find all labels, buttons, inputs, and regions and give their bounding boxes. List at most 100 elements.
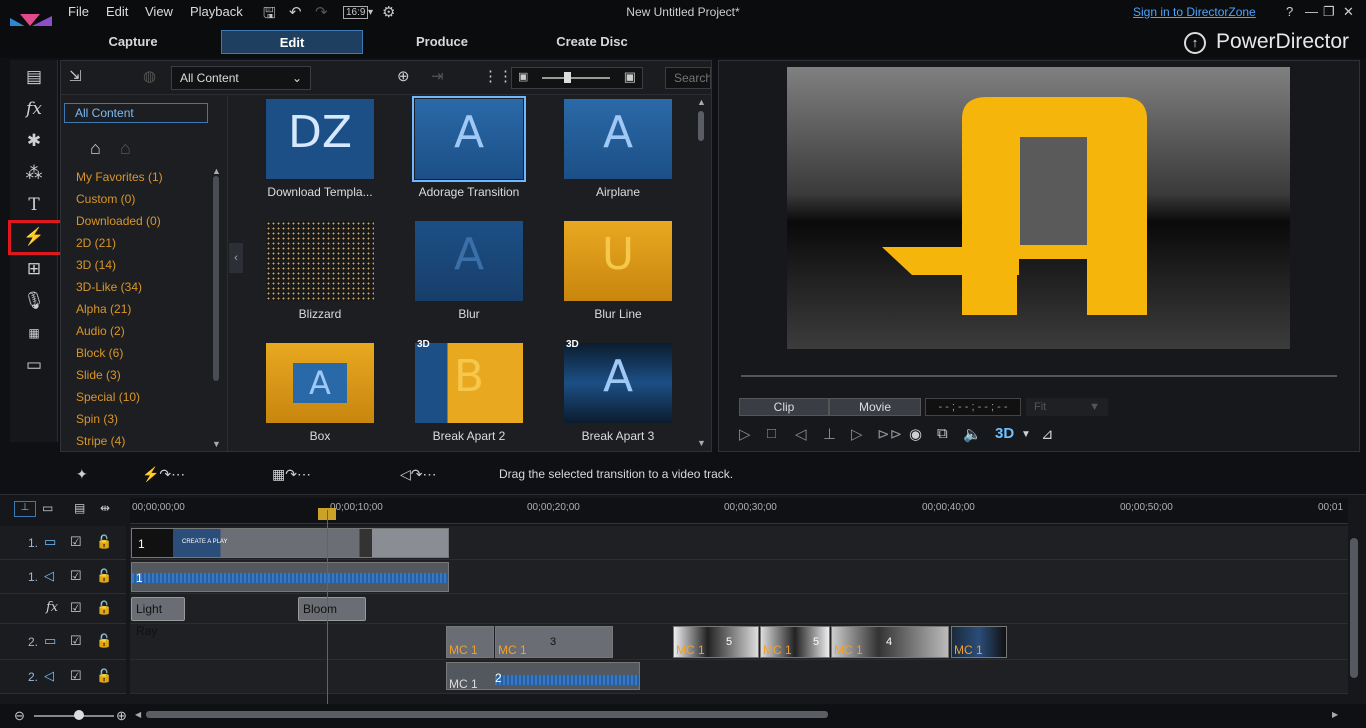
scroll-left-icon[interactable]: ◀: [135, 710, 141, 719]
track-manager-icon[interactable]: ▤: [74, 501, 85, 515]
remove-tag-icon[interactable]: ⌂: [120, 138, 131, 159]
fx-room-icon[interactable]: fx: [18, 96, 50, 122]
3d-mode-button[interactable]: 3D: [995, 425, 1014, 442]
video-clip[interactable]: MC 1 4: [831, 626, 949, 658]
clip-mode-button[interactable]: Clip: [739, 398, 829, 416]
scroll-down-icon[interactable]: ▼: [697, 438, 706, 448]
save-icon[interactable]: 🖫: [263, 3, 276, 28]
category-item[interactable]: Slide (3): [76, 368, 121, 382]
audio-mixing-icon[interactable]: ⊞: [18, 256, 50, 282]
menu-file[interactable]: File: [68, 4, 89, 19]
transition-thumbnail[interactable]: U: [564, 221, 672, 301]
minimize-icon[interactable]: —: [1305, 4, 1318, 19]
track-enable-checkbox[interactable]: ☑: [70, 668, 82, 684]
audio-track-2[interactable]: [130, 660, 1348, 694]
category-item[interactable]: Special (10): [76, 390, 140, 404]
snapshot-icon[interactable]: ◉: [909, 425, 922, 443]
particle-room-icon[interactable]: ⁂: [18, 160, 50, 186]
video-clip[interactable]: MC 1 5: [760, 626, 830, 658]
track-enable-checkbox[interactable]: ☑: [70, 568, 82, 584]
menu-edit[interactable]: Edit: [106, 4, 128, 19]
help-button[interactable]: ?: [1286, 4, 1293, 19]
timecode-display[interactable]: - - ; - - ; - - ; - -: [925, 398, 1021, 416]
playhead[interactable]: [327, 510, 328, 706]
redo-icon[interactable]: ↷: [315, 3, 328, 21]
transition-thumbnail[interactable]: A: [564, 99, 672, 179]
audio-clip[interactable]: MC 1 2: [446, 662, 640, 690]
fit-timeline-icon[interactable]: ⇹: [100, 501, 110, 515]
chevron-down-icon[interactable]: ▼: [1021, 429, 1031, 440]
fit-dropdown[interactable]: Fit ▼: [1026, 398, 1108, 416]
category-item[interactable]: My Favorites (1): [76, 170, 163, 184]
category-item[interactable]: 3D (14): [76, 258, 116, 272]
tab-edit[interactable]: Edit: [221, 30, 363, 54]
transition-thumbnail[interactable]: A 3D: [564, 339, 672, 423]
import-icon[interactable]: ⇲: [69, 67, 82, 85]
search-input[interactable]: [665, 67, 711, 89]
menu-playback[interactable]: Playback: [190, 4, 243, 19]
track-enable-checkbox[interactable]: ☑: [70, 600, 82, 616]
undo-icon[interactable]: ↶: [289, 3, 302, 21]
transition-thumbnail[interactable]: B 3D: [415, 339, 523, 423]
category-item[interactable]: Block (6): [76, 346, 123, 360]
chapter-room-icon[interactable]: ▦: [18, 320, 50, 346]
lock-icon[interactable]: 🔓: [96, 668, 112, 684]
effect-apply-icon[interactable]: ▦↷⋯: [272, 466, 311, 483]
collapse-panel-button[interactable]: ‹: [229, 243, 243, 273]
zoom-slider-thumb[interactable]: [74, 710, 84, 720]
add-tag-icon[interactable]: ⌂: [90, 138, 101, 159]
aspect-ratio-button[interactable]: 16:9: [343, 6, 369, 19]
thumbnail-size-slider[interactable]: ▣ ▣: [511, 67, 643, 89]
scroll-right-icon[interactable]: ▶: [1332, 710, 1338, 719]
category-item[interactable]: Audio (2): [76, 324, 125, 338]
timeline-view-icon[interactable]: ⊥: [14, 501, 36, 517]
gear-icon[interactable]: ⚙: [382, 3, 395, 21]
transition-apply-icon[interactable]: ⚡↷⋯: [142, 466, 185, 483]
track-enable-checkbox[interactable]: ☑: [70, 633, 82, 649]
timeline-horizontal-scrollbar[interactable]: [146, 711, 828, 718]
transition-thumbnail[interactable]: [266, 221, 374, 301]
undock-icon[interactable]: ⊿: [1041, 425, 1054, 443]
category-scrollbar[interactable]: [213, 176, 219, 381]
transition-thumbnail[interactable]: A: [412, 96, 526, 182]
category-all-content[interactable]: All Content: [64, 103, 208, 123]
add-to-timeline-icon[interactable]: ⊕: [397, 67, 410, 85]
voiceover-icon[interactable]: 🎙: [18, 288, 50, 314]
category-item[interactable]: Custom (0): [76, 192, 135, 206]
lock-icon[interactable]: 🔓: [96, 534, 112, 550]
transition-thumbnail[interactable]: A: [415, 221, 523, 301]
zoom-in-icon[interactable]: ⊕: [116, 708, 127, 724]
globe-icon[interactable]: ◍: [143, 67, 156, 85]
fx-clip-light-ray[interactable]: Light Ray: [131, 597, 185, 638]
video-clip[interactable]: MC 1 3: [495, 626, 613, 658]
chevron-down-icon[interactable]: ▾: [368, 7, 373, 18]
subtitle-room-icon[interactable]: ▭: [18, 352, 50, 378]
restore-icon[interactable]: ❐: [1323, 4, 1335, 20]
transition-thumbnail[interactable]: DZ: [266, 99, 374, 179]
scroll-up-icon[interactable]: ▲: [697, 97, 706, 107]
fast-forward-icon[interactable]: ⊳⊳: [877, 425, 902, 443]
lock-icon[interactable]: 🔓: [96, 600, 112, 616]
title-room-icon[interactable]: T: [18, 192, 50, 218]
menu-view[interactable]: View: [145, 4, 173, 19]
scroll-up-icon[interactable]: ▲: [212, 166, 221, 176]
close-icon[interactable]: ✕: [1343, 4, 1354, 20]
seek-bar[interactable]: [741, 375, 1337, 377]
audio-apply-icon[interactable]: ◁↷⋯: [400, 466, 437, 483]
category-item[interactable]: Stripe (4): [76, 434, 125, 448]
tab-create-disc[interactable]: Create Disc: [521, 30, 663, 54]
insert-icon[interactable]: ⇥: [431, 67, 444, 85]
lock-icon[interactable]: 🔓: [96, 568, 112, 584]
split-icon[interactable]: ⊥: [823, 425, 836, 443]
scroll-down-icon[interactable]: ▼: [212, 439, 221, 449]
transition-thumbnail[interactable]: A: [266, 343, 374, 423]
content-filter-dropdown[interactable]: All Content ⌄: [171, 66, 311, 90]
grid-scrollbar[interactable]: [698, 111, 704, 141]
grid-view-icon[interactable]: ⋮⋮: [483, 67, 513, 85]
category-item[interactable]: 3D-Like (34): [76, 280, 142, 294]
tab-produce[interactable]: Produce: [371, 30, 513, 54]
track-enable-checkbox[interactable]: ☑: [70, 534, 82, 550]
magic-tools-icon[interactable]: ✦: [76, 466, 88, 483]
movie-mode-button[interactable]: Movie: [829, 398, 921, 416]
video-clip[interactable]: MC 1 5: [673, 626, 759, 658]
